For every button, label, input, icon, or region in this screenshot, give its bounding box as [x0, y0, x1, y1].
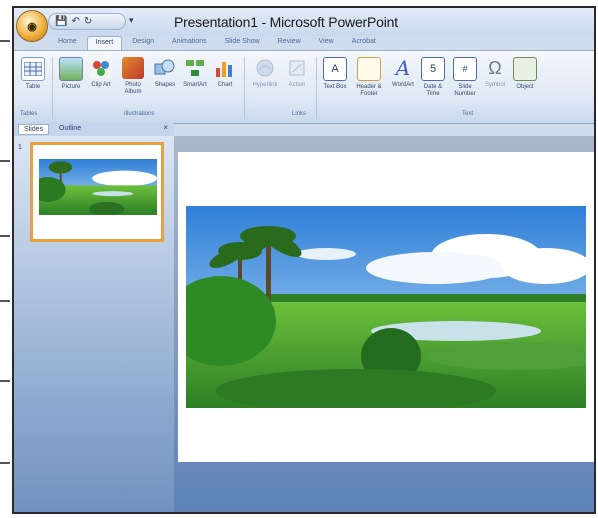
group-illustrations-label: Illustrations	[124, 111, 155, 117]
text-box-label: Text Box	[323, 84, 347, 90]
margin-mark	[0, 235, 10, 237]
redo-icon[interactable]: ↻	[84, 16, 92, 27]
tab-acrobat[interactable]: Acrobat	[344, 36, 384, 50]
chart-icon	[214, 57, 236, 79]
margin-mark	[0, 160, 10, 162]
close-icon[interactable]: ×	[163, 123, 168, 132]
group-separator	[52, 57, 53, 119]
picture-button[interactable]: Picture	[56, 57, 86, 91]
photo-album-label: Photo Album	[124, 82, 142, 95]
group-text-label: Text	[462, 111, 474, 117]
title-bar: ◉ 💾 ↶ ↻ ▾ Presentation1 - Microsoft Powe…	[14, 8, 594, 42]
slide-number-label: Slide Number	[454, 84, 476, 97]
current-slide[interactable]	[178, 152, 594, 462]
chart-label: Chart	[217, 82, 233, 88]
date-time-button[interactable]: 5 Date & Time	[418, 57, 448, 98]
date-time-icon: 5	[421, 57, 445, 81]
landscape-image[interactable]	[186, 206, 586, 408]
shapes-label: Shapes	[154, 82, 176, 88]
window-title: Presentation1 - Microsoft PowerPoint	[174, 14, 398, 30]
wordart-label: WordArt	[392, 82, 414, 88]
save-icon[interactable]: 💾	[55, 16, 67, 27]
action-label: Action	[288, 82, 306, 88]
clip-art-icon	[90, 57, 112, 79]
slide-thumbnail[interactable]	[30, 142, 164, 242]
chart-button[interactable]: Chart	[210, 57, 240, 89]
shapes-icon	[154, 57, 176, 79]
tab-slides[interactable]: Slides	[18, 124, 50, 135]
header-footer-label: Header & Footer	[356, 84, 382, 97]
date-time-label: Date & Time	[423, 84, 443, 97]
hyperlink-label: Hyperlink	[252, 82, 278, 88]
smartart-icon	[184, 57, 206, 79]
wordart-icon: A	[395, 56, 411, 80]
chevron-down-icon[interactable]: ▾	[129, 15, 134, 26]
undo-icon[interactable]: ↶	[71, 16, 79, 27]
tab-slide-show[interactable]: Slide Show	[217, 36, 268, 50]
table-label: Table	[25, 84, 41, 90]
text-box-button[interactable]: A Text Box	[320, 57, 350, 91]
ribbon-insert: Table Tables Picture Clip Art Photo Albu…	[14, 50, 594, 124]
group-links-label: Links	[292, 111, 307, 117]
group-separator	[244, 57, 245, 119]
tab-view[interactable]: View	[311, 36, 342, 50]
picture-icon	[59, 57, 83, 81]
photo-album-button[interactable]: Photo Album	[118, 57, 148, 96]
quick-access-toolbar: 💾 ↶ ↻	[48, 13, 126, 30]
smartart-button[interactable]: SmartArt	[180, 57, 210, 89]
office-logo-icon: ◉	[27, 20, 37, 33]
object-label: Object	[516, 84, 534, 90]
slide-pane-tabs: Slides Outline ×	[14, 122, 174, 137]
margin-mark	[0, 40, 10, 42]
tab-home[interactable]: Home	[50, 36, 85, 50]
table-button[interactable]: Table	[18, 57, 48, 91]
powerpoint-window: ◉ 💾 ↶ ↻ ▾ Presentation1 - Microsoft Powe…	[12, 6, 596, 514]
tab-review[interactable]: Review	[270, 36, 309, 50]
ribbon-tabs: Home Insert Design Animations Slide Show…	[50, 36, 384, 50]
symbol-label: Symbol	[484, 82, 505, 88]
slide-thumbnail-pane: 1	[14, 136, 174, 512]
object-icon	[513, 57, 537, 81]
object-button[interactable]: Object	[510, 57, 540, 91]
group-tables-label: Tables	[20, 111, 38, 117]
picture-label: Picture	[61, 84, 81, 90]
office-button[interactable]: ◉	[16, 10, 48, 42]
slide-number-icon: #	[453, 57, 477, 81]
clip-art-button[interactable]: Clip Art	[86, 57, 116, 89]
hyperlink-button[interactable]: Hyperlink	[250, 57, 280, 89]
slide-number: 1	[18, 144, 22, 151]
header-footer-button[interactable]: Header & Footer	[354, 57, 384, 98]
header-footer-icon	[357, 57, 381, 81]
symbol-icon: Ω	[488, 57, 502, 78]
margin-mark	[0, 300, 10, 302]
action-icon	[286, 57, 308, 79]
wordart-button[interactable]: A WordArt	[388, 56, 418, 89]
text-box-icon: A	[323, 57, 347, 81]
shapes-button[interactable]: Shapes	[150, 57, 180, 89]
action-button[interactable]: Action	[282, 57, 312, 89]
slide-editor-area	[174, 136, 594, 512]
page-margin-marks	[0, 0, 12, 518]
slide-number-button[interactable]: # Slide Number	[450, 57, 480, 98]
hyperlink-icon	[254, 57, 276, 79]
symbol-button[interactable]: Ω Symbol	[480, 57, 510, 89]
table-icon	[21, 57, 45, 81]
photo-album-icon	[122, 57, 144, 79]
margin-mark	[0, 462, 10, 464]
tab-animations[interactable]: Animations	[164, 36, 215, 50]
smartart-label: SmartArt	[183, 82, 207, 88]
tab-outline[interactable]: Outline	[54, 124, 86, 133]
group-separator	[316, 57, 317, 119]
margin-mark	[0, 380, 10, 382]
thumbnail-landscape-image	[39, 159, 157, 215]
tab-insert[interactable]: Insert	[86, 36, 123, 50]
tab-design[interactable]: Design	[124, 36, 162, 50]
clip-art-label: Clip Art	[91, 82, 111, 88]
